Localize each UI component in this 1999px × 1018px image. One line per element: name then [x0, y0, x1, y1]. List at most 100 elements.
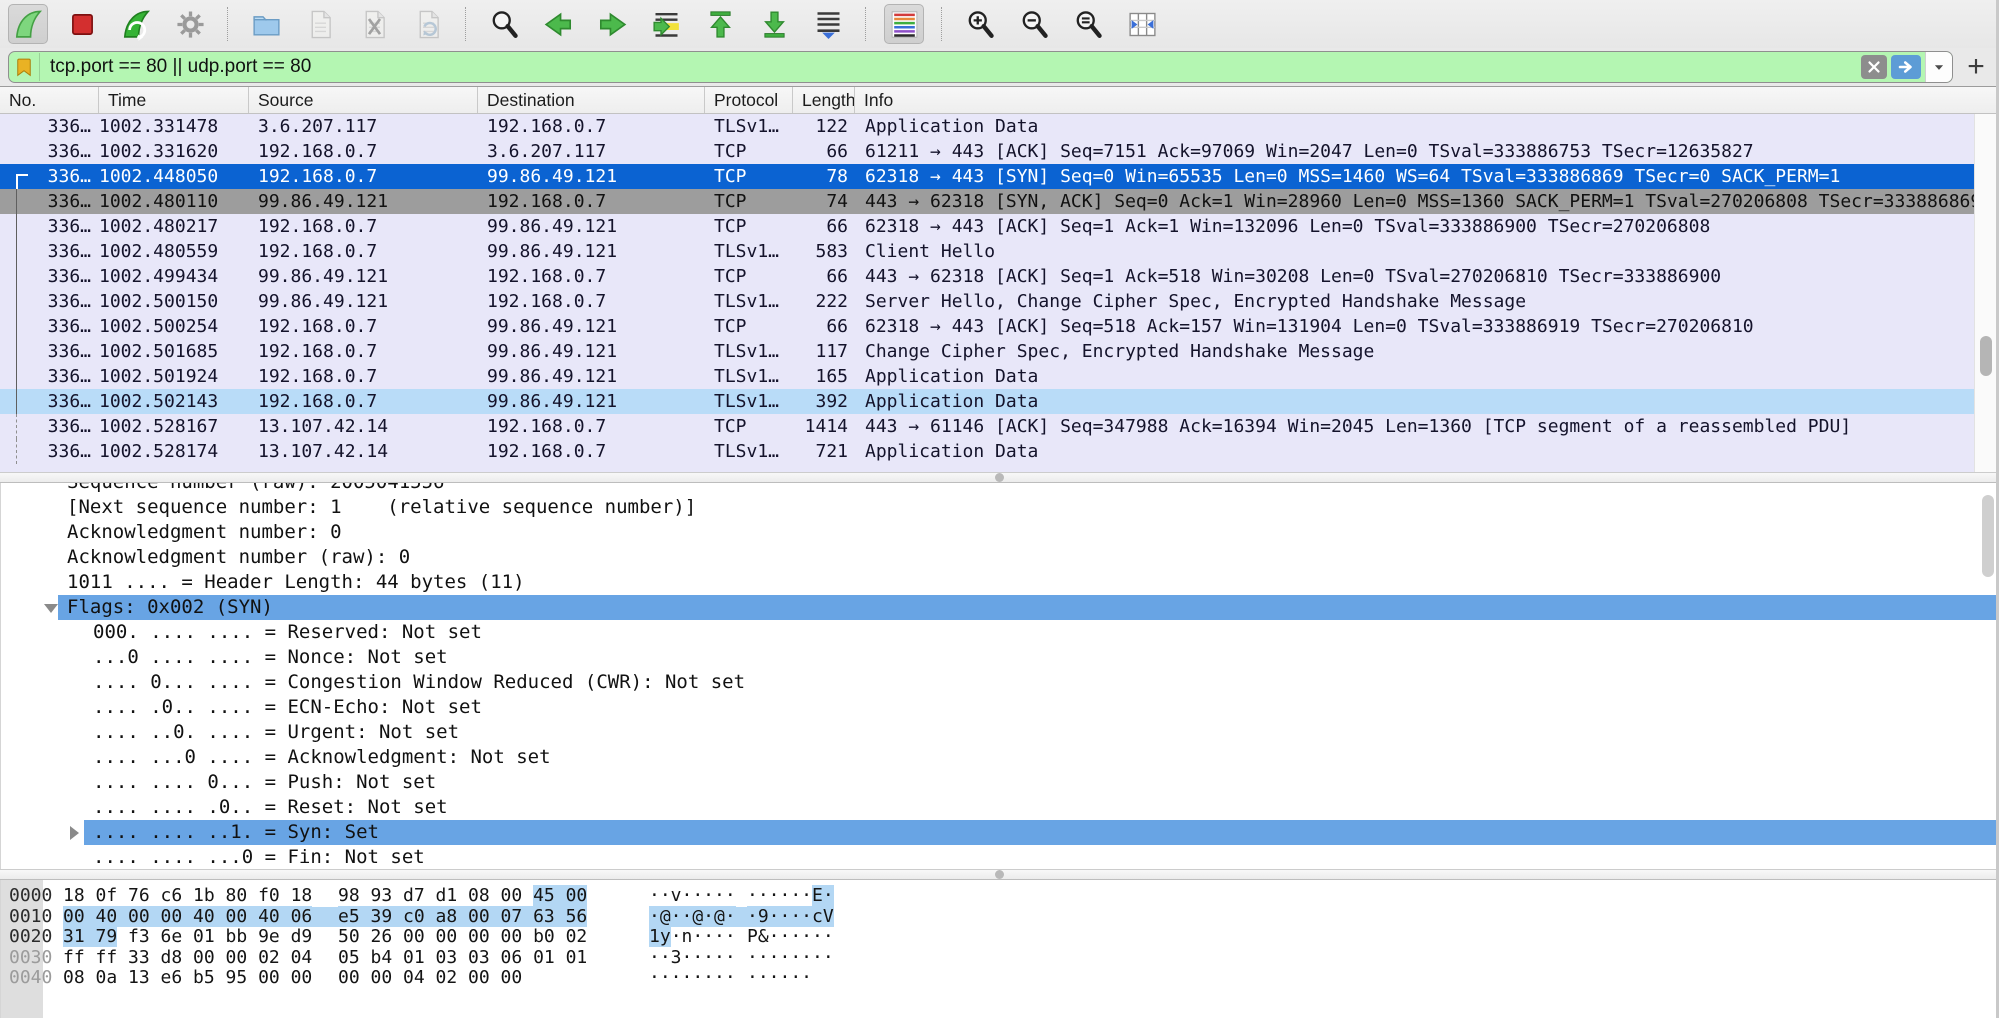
- column-header-info[interactable]: Info: [855, 87, 1999, 113]
- find-packet-button[interactable]: [484, 4, 524, 44]
- hex-ascii[interactable]: ·@··@·@·: [649, 907, 736, 928]
- clear-filter-button[interactable]: [1861, 55, 1887, 79]
- column-header-source[interactable]: Source: [249, 87, 478, 113]
- packet-row[interactable]: 336…1002.52816713.107.42.14192.168.0.7TC…: [0, 414, 1999, 439]
- go-forward-button[interactable]: [592, 4, 632, 44]
- go-to-bottom-button[interactable]: [754, 4, 794, 44]
- hex-bytes[interactable]: 08 0a 13 e6 b5 95 00 00: [63, 968, 312, 989]
- expanded-triangle-icon[interactable]: [44, 604, 58, 613]
- packet-row[interactable]: 336…1002.50015099.86.49.121192.168.0.7TL…: [0, 289, 1999, 314]
- hex-ascii[interactable]: ··v·····: [649, 886, 736, 907]
- add-filter-button[interactable]: +: [1961, 52, 1991, 82]
- packet-list-scrollbar[interactable]: [1974, 114, 1997, 472]
- hex-ascii[interactable]: ········: [649, 968, 736, 989]
- display-filter-value[interactable]: tcp.port == 80 || udp.port == 80: [40, 56, 1861, 78]
- detail-line[interactable]: Acknowledgment number: 0: [1, 520, 1999, 545]
- hex-ascii[interactable]: ········: [747, 948, 834, 969]
- column-header-destination[interactable]: Destination: [478, 87, 705, 113]
- packet-row[interactable]: 336…1002.49943499.86.49.121192.168.0.7TC…: [0, 264, 1999, 289]
- details-scroll-thumb[interactable]: [1982, 495, 1994, 577]
- detail-line[interactable]: 1011 .... = Header Length: 44 bytes (11): [1, 570, 1999, 595]
- hex-bytes[interactable]: 05 b4 01 03 03 06 01 01: [338, 948, 587, 969]
- detail-line[interactable]: 000. .... .... = Reserved: Not set: [1, 620, 1999, 645]
- reload-file-icon: [412, 8, 445, 41]
- hex-bytes[interactable]: 31 79 f3 6e 01 bb 9e d9: [63, 927, 312, 948]
- hex-ascii[interactable]: ·9····cV: [747, 907, 834, 928]
- details-splitter[interactable]: [0, 472, 1999, 483]
- packet-row[interactable]: 336…1002.331620192.168.0.73.6.207.117TCP…: [0, 139, 1999, 164]
- display-filter-input[interactable]: tcp.port == 80 || udp.port == 80: [8, 51, 1953, 83]
- detail-line[interactable]: .... .... 0... = Push: Not set: [1, 770, 1999, 795]
- start-capture-button[interactable]: [8, 4, 48, 44]
- hex-ascii[interactable]: ······: [747, 968, 812, 989]
- zoom-in-button[interactable]: [960, 4, 1000, 44]
- stop-capture-button[interactable]: [62, 4, 102, 44]
- open-file-icon: [250, 8, 283, 41]
- resize-columns-button[interactable]: [1122, 4, 1162, 44]
- auto-scroll-button[interactable]: [808, 4, 848, 44]
- packet-row[interactable]: 336…1002.3314783.6.207.117192.168.0.7TLS…: [0, 114, 1999, 139]
- packet-row[interactable]: 336…1002.52817413.107.42.14192.168.0.7TL…: [0, 439, 1999, 464]
- zoom-out-button[interactable]: [1014, 4, 1054, 44]
- detail-line[interactable]: Sequence number (raw): 2005041556: [1, 483, 1999, 495]
- packet-row[interactable]: 336…1002.502143192.168.0.799.86.49.121TL…: [0, 389, 1999, 414]
- hex-bytes[interactable]: 00 00 04 02 00 00: [338, 968, 522, 989]
- detail-line[interactable]: .... .... ...0 = Fin: Not set: [1, 845, 1999, 869]
- apply-filter-button[interactable]: [1891, 55, 1921, 79]
- hex-bytes[interactable]: 18 0f 76 c6 1b 80 f0 18: [63, 886, 312, 907]
- go-to-top-button[interactable]: [700, 4, 740, 44]
- detail-line[interactable]: .... .... ..1. = Syn: Set: [1, 820, 1999, 845]
- packet-row[interactable]: 336…1002.448050192.168.0.799.86.49.121TC…: [0, 164, 1999, 189]
- column-header-no[interactable]: No.: [0, 87, 99, 113]
- hex-bytes[interactable]: e5 39 c0 a8 00 07 63 56: [338, 907, 587, 928]
- hex-row[interactable]: 002031 79 f3 6e 01 bb 9e d950 26 00 00 0…: [1, 927, 1999, 948]
- detail-line[interactable]: Flags: 0x002 (SYN): [1, 595, 1999, 620]
- packet-row[interactable]: 336…1002.480559192.168.0.799.86.49.121TL…: [0, 239, 1999, 264]
- detail-line[interactable]: .... ..0. .... = Urgent: Not set: [1, 720, 1999, 745]
- hex-row[interactable]: 0030ff ff 33 d8 00 00 02 0405 b4 01 03 0…: [1, 948, 1999, 969]
- hex-bytes[interactable]: 50 26 00 00 00 00 b0 02: [338, 927, 587, 948]
- packet-row[interactable]: 336…1002.48011099.86.49.121192.168.0.7TC…: [0, 189, 1999, 214]
- filter-dropdown-chevron[interactable]: [1925, 52, 1952, 82]
- packet-row[interactable]: 336…1002.501924192.168.0.799.86.49.121TL…: [0, 364, 1999, 389]
- capture-options-button[interactable]: [170, 4, 210, 44]
- detail-line[interactable]: .... 0... .... = Congestion Window Reduc…: [1, 670, 1999, 695]
- cell-dst: 192.168.0.7: [478, 114, 705, 139]
- hex-ascii[interactable]: ······E·: [747, 886, 834, 907]
- hex-splitter[interactable]: [0, 869, 1999, 880]
- detail-line[interactable]: ...0 .... .... = Nonce: Not set: [1, 645, 1999, 670]
- open-file-button[interactable]: [246, 4, 286, 44]
- zoom-reset-button[interactable]: [1068, 4, 1108, 44]
- hex-row[interactable]: 000018 0f 76 c6 1b 80 f0 1898 93 d7 d1 0…: [1, 886, 1999, 907]
- detail-line[interactable]: .... ...0 .... = Acknowledgment: Not set: [1, 745, 1999, 770]
- filter-bookmark-icon[interactable]: [9, 53, 40, 81]
- detail-text: 000. .... .... = Reserved: Not set: [93, 621, 482, 643]
- collapsed-triangle-icon[interactable]: [70, 826, 79, 840]
- detail-line[interactable]: .... .... .0.. = Reset: Not set: [1, 795, 1999, 820]
- hex-bytes[interactable]: 00 40 00 00 40 00 40 06: [63, 907, 312, 928]
- colorize-packets-button[interactable]: [884, 4, 924, 44]
- hex-ascii[interactable]: ··3·····: [649, 948, 736, 969]
- column-header-time[interactable]: Time: [99, 87, 249, 113]
- column-header-length[interactable]: Length: [793, 87, 855, 113]
- packet-row[interactable]: 336…1002.500254192.168.0.799.86.49.121TC…: [0, 314, 1999, 339]
- packet-row[interactable]: 336…1002.501685192.168.0.799.86.49.121TL…: [0, 339, 1999, 364]
- start-capture-icon: [12, 8, 45, 41]
- go-to-packet-button[interactable]: [646, 4, 686, 44]
- detail-line[interactable]: Acknowledgment number (raw): 0: [1, 545, 1999, 570]
- packet-row[interactable]: 336…1002.480217192.168.0.799.86.49.121TC…: [0, 214, 1999, 239]
- go-back-button[interactable]: [538, 4, 578, 44]
- hex-ascii[interactable]: P&······: [747, 927, 834, 948]
- restart-capture-button[interactable]: [116, 4, 156, 44]
- column-header-protocol[interactable]: Protocol: [705, 87, 793, 113]
- hex-bytes[interactable]: 98 93 d7 d1 08 00 45 00: [338, 886, 587, 907]
- hex-row[interactable]: 001000 40 00 00 40 00 40 06e5 39 c0 a8 0…: [1, 907, 1999, 928]
- detail-line[interactable]: [Next sequence number: 1 (relative seque…: [1, 495, 1999, 520]
- packet-list-scroll-thumb[interactable]: [1980, 336, 1992, 376]
- cell-proto: TCP: [705, 164, 793, 189]
- detail-text: .... ...0 .... = Acknowledgment: Not set: [93, 746, 551, 768]
- detail-line[interactable]: .... .0.. .... = ECN-Echo: Not set: [1, 695, 1999, 720]
- hex-row[interactable]: 004008 0a 13 e6 b5 95 00 0000 00 04 02 0…: [1, 968, 1999, 989]
- hex-bytes[interactable]: ff ff 33 d8 00 00 02 04: [63, 948, 312, 969]
- hex-ascii[interactable]: 1y·n····: [649, 927, 736, 948]
